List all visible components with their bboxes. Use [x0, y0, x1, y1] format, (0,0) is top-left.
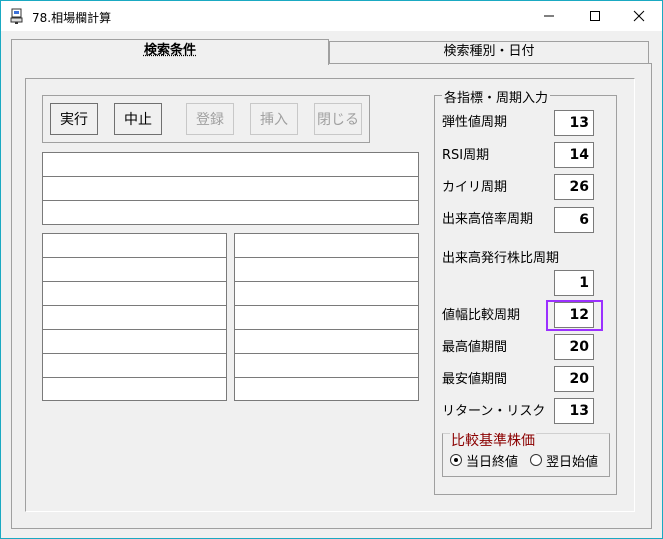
close-window-button[interactable] — [616, 1, 662, 31]
low-period-input[interactable]: 20 — [554, 366, 594, 392]
app-window: 78.相場欄計算 検索条件 検索種別・日付 実行 中止 登録 挿入 閉じる 各指… — [0, 0, 663, 539]
indicator-label: リターン・リスク — [442, 400, 546, 419]
left-list-row[interactable] — [42, 233, 227, 258]
window-title: 78.相場欄計算 — [32, 11, 112, 25]
return-risk-input[interactable]: 13 — [554, 398, 594, 424]
radio-next-open[interactable]: 翌日始値 — [530, 451, 599, 470]
maximize-button[interactable] — [572, 1, 618, 31]
right-list-row[interactable] — [234, 257, 419, 282]
volume-ratio-period-input[interactable]: 6 — [554, 207, 594, 233]
radio-checked-icon — [450, 454, 462, 466]
indicator-label: 弾性値周期 — [442, 111, 508, 130]
tab-search-type-date-label: 検索種別・日付 — [443, 44, 535, 59]
execute-button[interactable]: 実行 — [50, 103, 98, 135]
radio-today-close[interactable]: 当日終値 — [450, 451, 519, 470]
right-list-row[interactable] — [234, 233, 419, 258]
minimize-button[interactable] — [526, 1, 572, 31]
elasticity-period-input[interactable]: 13 — [554, 110, 594, 136]
indicator-label: 最安値期間 — [442, 368, 508, 387]
left-list-row[interactable] — [42, 353, 227, 378]
left-list-row[interactable] — [42, 377, 227, 401]
radio-label: 当日終値 — [466, 454, 519, 470]
left-list-row[interactable] — [42, 257, 227, 282]
app-icon — [10, 8, 23, 24]
price-basis-title: 比較基準株価 — [450, 430, 536, 450]
high-period-input[interactable]: 20 — [554, 334, 594, 360]
radio-label: 翌日始値 — [546, 454, 599, 470]
indicator-label: 値幅比較周期 — [442, 304, 521, 323]
tab-search-conditions[interactable]: 検索条件 — [11, 39, 329, 65]
deviation-period-input[interactable]: 26 — [554, 174, 594, 200]
stop-button[interactable]: 中止 — [114, 103, 162, 135]
indicator-label: 出来高倍率周期 — [442, 208, 534, 227]
insert-button[interactable]: 挿入 — [250, 103, 298, 135]
title-bar: 78.相場欄計算 — [1, 1, 662, 31]
condition-row[interactable] — [42, 200, 419, 225]
tab-search-type-date[interactable]: 検索種別・日付 — [329, 41, 649, 63]
maximize-icon — [590, 11, 600, 21]
indicator-group-title: 各指標・周期入力 — [442, 87, 551, 106]
left-list-row[interactable] — [42, 281, 227, 306]
rsi-period-input[interactable]: 14 — [554, 142, 594, 168]
left-list-row[interactable] — [42, 305, 227, 330]
close-button[interactable]: 閉じる — [314, 103, 362, 135]
indicator-label: カイリ周期 — [442, 176, 508, 195]
radio-unchecked-icon — [530, 454, 542, 466]
right-list-row[interactable] — [234, 305, 419, 330]
right-list-row[interactable] — [234, 281, 419, 306]
left-list-row[interactable] — [42, 329, 227, 354]
indicator-label: RSI周期 — [442, 144, 490, 163]
indicator-label: 最高値期間 — [442, 336, 508, 355]
register-button[interactable]: 登録 — [186, 103, 234, 135]
focus-indicator — [546, 300, 603, 331]
tab-search-conditions-label: 検索条件 — [143, 43, 196, 58]
volume-shares-period-input[interactable]: 1 — [554, 270, 594, 296]
indicator-label: 出来高発行株比周期 — [442, 247, 560, 266]
condition-row[interactable] — [42, 176, 419, 201]
right-list-row[interactable] — [234, 353, 419, 378]
condition-row[interactable] — [42, 152, 419, 177]
minimize-icon — [544, 15, 554, 17]
right-list-row[interactable] — [234, 329, 419, 354]
close-icon — [633, 10, 645, 22]
right-list-row[interactable] — [234, 377, 419, 401]
